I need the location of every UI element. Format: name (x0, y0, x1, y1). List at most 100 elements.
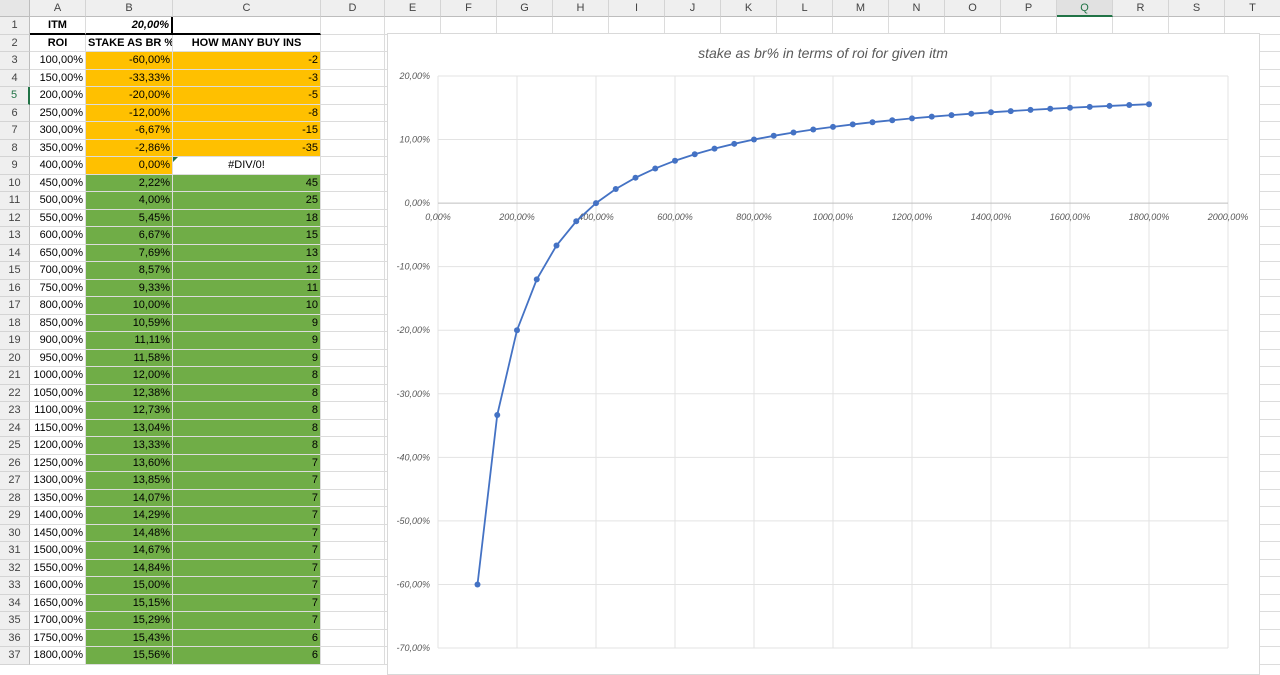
cell-D18[interactable] (321, 314, 385, 332)
cell-D3[interactable] (321, 52, 385, 70)
stake-cell[interactable]: 13,60% (86, 454, 173, 472)
buy-ins-cell[interactable]: -15 (173, 122, 321, 140)
cell-D36[interactable] (321, 629, 385, 647)
stake-cell[interactable]: 10,00% (86, 297, 173, 315)
row-header-32[interactable]: 32 (0, 559, 30, 577)
buy-ins-cell[interactable]: 8 (173, 402, 321, 420)
stake-cell[interactable]: 13,33% (86, 437, 173, 455)
roi-cell[interactable]: 400,00% (30, 157, 86, 175)
itm-label-cell[interactable]: ITM (30, 17, 86, 35)
cell-D15[interactable] (321, 262, 385, 280)
roi-cell[interactable]: 1200,00% (30, 437, 86, 455)
stake-cell[interactable]: -20,00% (86, 87, 173, 105)
row-header-10[interactable]: 10 (0, 174, 30, 192)
roi-cell[interactable]: 1800,00% (30, 647, 86, 665)
row-header-25[interactable]: 25 (0, 437, 30, 455)
buy-ins-cell[interactable]: -5 (173, 87, 321, 105)
buy-ins-cell[interactable]: 15 (173, 227, 321, 245)
roi-cell[interactable]: 200,00% (30, 87, 86, 105)
roi-cell[interactable]: 500,00% (30, 192, 86, 210)
column-header-R[interactable]: R (1113, 0, 1169, 17)
roi-cell[interactable]: 750,00% (30, 279, 86, 297)
cell-D16[interactable] (321, 279, 385, 297)
cell-D24[interactable] (321, 419, 385, 437)
row-header-6[interactable]: 6 (0, 104, 30, 122)
cell-T1[interactable] (1225, 17, 1280, 35)
row-header-16[interactable]: 16 (0, 279, 30, 297)
cell-D25[interactable] (321, 437, 385, 455)
cell-S1[interactable] (1169, 17, 1225, 35)
stake-cell[interactable]: 10,59% (86, 314, 173, 332)
cell-D12[interactable] (321, 209, 385, 227)
cell-D26[interactable] (321, 454, 385, 472)
stake-cell[interactable]: 15,00% (86, 577, 173, 595)
cell-D28[interactable] (321, 489, 385, 507)
row-header-20[interactable]: 20 (0, 349, 30, 367)
buy-ins-cell[interactable]: -8 (173, 104, 321, 122)
roi-cell[interactable]: 1100,00% (30, 402, 86, 420)
row-header-23[interactable]: 23 (0, 402, 30, 420)
cell-D37[interactable] (321, 647, 385, 665)
stake-cell[interactable]: 11,11% (86, 332, 173, 350)
cell-D7[interactable] (321, 122, 385, 140)
column-header-Q[interactable]: Q (1057, 0, 1113, 17)
buy-ins-cell[interactable]: 7 (173, 594, 321, 612)
buy-ins-cell[interactable]: 7 (173, 472, 321, 490)
roi-cell[interactable]: 650,00% (30, 244, 86, 262)
roi-cell[interactable]: 1250,00% (30, 454, 86, 472)
row-header-13[interactable]: 13 (0, 227, 30, 245)
cell-D32[interactable] (321, 559, 385, 577)
cell-P1[interactable] (1001, 17, 1057, 35)
roi-cell[interactable]: 350,00% (30, 139, 86, 157)
cell-D34[interactable] (321, 594, 385, 612)
cell-H1[interactable] (553, 17, 609, 35)
buy-ins-cell[interactable]: 11 (173, 279, 321, 297)
cell-G1[interactable] (497, 17, 553, 35)
stake-cell[interactable]: -60,00% (86, 52, 173, 70)
stake-cell[interactable]: -12,00% (86, 104, 173, 122)
buy-ins-cell[interactable]: 7 (173, 559, 321, 577)
row-header-36[interactable]: 36 (0, 629, 30, 647)
stake-cell[interactable]: 9,33% (86, 279, 173, 297)
cell-J1[interactable] (665, 17, 721, 35)
row-header-1[interactable]: 1 (0, 17, 30, 35)
stake-cell[interactable]: 15,15% (86, 594, 173, 612)
buy-ins-cell[interactable]: 8 (173, 437, 321, 455)
buy-ins-cell[interactable]: 13 (173, 244, 321, 262)
stake-cell[interactable]: 14,84% (86, 559, 173, 577)
roi-cell[interactable]: 700,00% (30, 262, 86, 280)
stake-cell[interactable]: 15,29% (86, 612, 173, 630)
buy-ins-cell[interactable]: 7 (173, 577, 321, 595)
buy-ins-cell[interactable]: 8 (173, 367, 321, 385)
roi-cell[interactable]: 950,00% (30, 349, 86, 367)
column-header-D[interactable]: D (321, 0, 385, 17)
column-header-B[interactable]: B (86, 0, 173, 17)
cell-D27[interactable] (321, 472, 385, 490)
buy-ins-cell[interactable]: 8 (173, 384, 321, 402)
cell-D23[interactable] (321, 402, 385, 420)
row-header-24[interactable]: 24 (0, 419, 30, 437)
roi-cell[interactable]: 1550,00% (30, 559, 86, 577)
buy-ins-cell[interactable]: 7 (173, 454, 321, 472)
cell-D4[interactable] (321, 69, 385, 87)
column-header-C[interactable]: C (173, 0, 321, 17)
cell-D35[interactable] (321, 612, 385, 630)
roi-cell[interactable]: 100,00% (30, 52, 86, 70)
buy-ins-cell[interactable]: -2 (173, 52, 321, 70)
buy-ins-cell[interactable]: -3 (173, 69, 321, 87)
cell-D29[interactable] (321, 507, 385, 525)
buy-ins-cell[interactable]: 9 (173, 332, 321, 350)
roi-cell[interactable]: 250,00% (30, 104, 86, 122)
column-header-H[interactable]: H (553, 0, 609, 17)
row-header-7[interactable]: 7 (0, 122, 30, 140)
buy-ins-cell[interactable]: #DIV/0! (173, 157, 321, 175)
buy-ins-cell[interactable]: 6 (173, 647, 321, 665)
row-header-5[interactable]: 5 (0, 87, 30, 105)
stake-cell[interactable]: 15,56% (86, 647, 173, 665)
column-header-T[interactable]: T (1225, 0, 1280, 17)
cell-D17[interactable] (321, 297, 385, 315)
buy-ins-cell[interactable]: 18 (173, 209, 321, 227)
itm-value-cell[interactable]: 20,00% (86, 17, 173, 35)
cell-I1[interactable] (609, 17, 665, 35)
row-header-18[interactable]: 18 (0, 314, 30, 332)
